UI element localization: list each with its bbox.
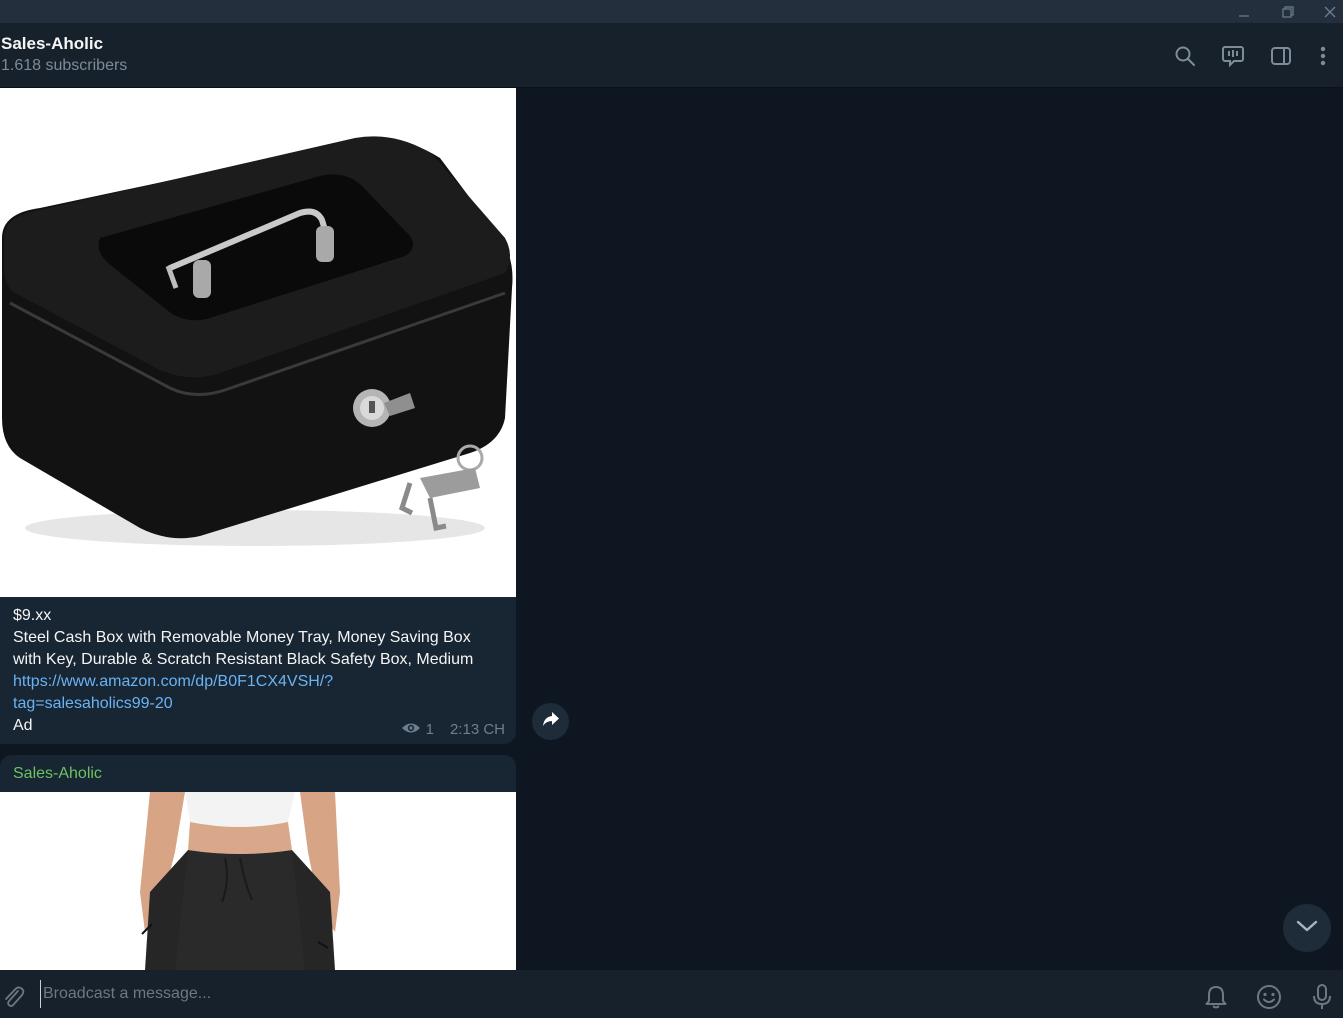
sidebar-toggle-icon[interactable] [1267,42,1295,70]
message-meta: 1 2:13 CH [401,721,505,738]
emoji-icon[interactable] [1256,984,1282,1010]
channel-title[interactable]: Sales-Aholic [1,34,103,54]
microphone-icon[interactable] [1309,984,1335,1010]
message-input[interactable] [40,980,1140,1008]
attach-icon[interactable] [0,984,26,1010]
message-bubble[interactable]: Sales-Aholic [0,755,516,970]
message-bubble[interactable]: $9.xx Steel Cash Box with Removable Mone… [0,88,516,744]
close-icon[interactable] [1310,0,1343,23]
product-photo-joggers[interactable] [0,792,516,970]
chevron-down-icon [1296,919,1318,938]
product-link-line1[interactable]: https://www.amazon.com/dp/B0F1CX4VSH/? [13,671,503,693]
message-time: 2:13 CH [449,721,505,738]
scroll-to-bottom-button[interactable] [1283,904,1331,952]
forward-icon [542,711,560,732]
message-composer [0,970,1343,1018]
sender-name[interactable]: Sales-Aholic [0,755,516,792]
notification-bell-icon[interactable] [1203,984,1229,1010]
window-titlebar [0,0,1343,23]
eye-icon [401,721,421,738]
more-vertical-icon[interactable] [1309,42,1337,70]
message-list[interactable]: $9.xx Steel Cash Box with Removable Mone… [0,88,1343,970]
product-description: Steel Cash Box with Removable Money Tray… [13,629,474,668]
product-photo-cash-box[interactable] [0,88,516,597]
minimize-icon[interactable] [1224,0,1264,23]
live-stream-icon[interactable] [1219,42,1247,70]
price-text: $9.xx [13,607,52,624]
product-link-line2[interactable]: tag=salesaholics99-20 [13,693,503,715]
chat-header[interactable]: Sales-Aholic 1.618 subscribers [0,23,1343,88]
search-icon[interactable] [1171,42,1199,70]
message-caption: $9.xx Steel Cash Box with Removable Mone… [0,597,516,737]
subscriber-count: 1.618 subscribers [1,57,128,74]
restore-icon[interactable] [1268,0,1308,23]
forward-button[interactable] [532,703,569,740]
view-count: 1 [425,721,434,738]
